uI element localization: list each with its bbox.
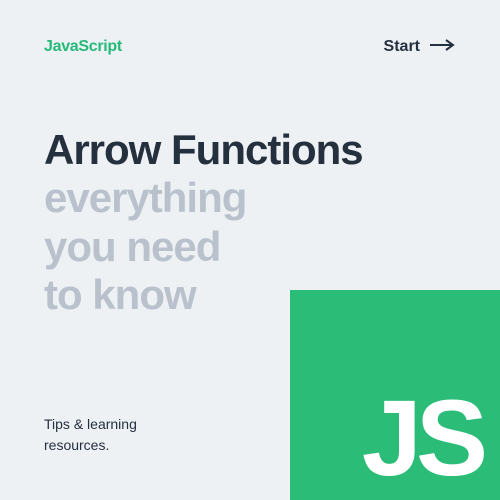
hero-subtitle-line3: to know [44, 271, 196, 318]
header: JavaScript Start [0, 0, 500, 56]
start-link-label: Start [384, 38, 420, 56]
hero-title-main: Arrow Functions [44, 126, 363, 173]
js-badge: JS [290, 290, 500, 500]
brand-label: JavaScript [44, 38, 122, 56]
js-badge-text: JS [362, 384, 482, 492]
arrow-right-icon [430, 38, 456, 56]
hero-content: Arrow Functions everything you need to k… [0, 56, 500, 319]
start-link[interactable]: Start [384, 38, 456, 56]
hero-subtitle-line2: you need [44, 223, 220, 270]
footer-tagline: Tips & learning resources. [44, 414, 184, 456]
hero-subtitle-line1: everything [44, 174, 246, 221]
